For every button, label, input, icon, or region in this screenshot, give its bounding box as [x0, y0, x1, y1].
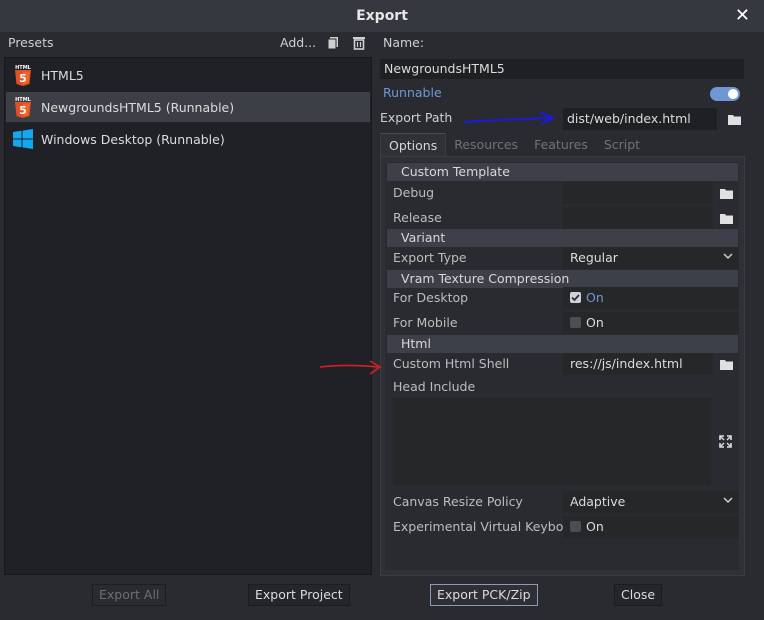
custom-html-shell-label: Custom Html Shell — [393, 356, 510, 371]
section-custom-template[interactable]: Custom Template — [387, 163, 738, 181]
folder-icon[interactable] — [716, 208, 736, 228]
name-label: Name: — [383, 35, 425, 50]
chevron-down-icon — [723, 250, 733, 262]
close-icon[interactable]: ✕ — [735, 5, 750, 26]
section-title: Variant — [401, 230, 446, 245]
preset-item-windows[interactable]: Windows Desktop (Runnable) — [6, 124, 370, 154]
export-type-label: Export Type — [393, 250, 467, 265]
for-desktop-value: On — [586, 290, 604, 305]
tab-options[interactable]: Options — [380, 133, 447, 157]
trash-icon[interactable] — [352, 36, 366, 50]
annotation-arrow-blue — [462, 108, 558, 128]
section-title: Vram Texture Compression — [401, 271, 570, 286]
virtual-keyboard-checkbox[interactable]: On — [563, 516, 739, 538]
export-type-select[interactable]: Regular — [563, 247, 739, 269]
checkbox-unchecked-icon — [570, 317, 581, 328]
export-pck-zip-button[interactable]: Export PCK/Zip — [430, 584, 538, 606]
custom-html-shell-field[interactable]: res://js/index.html — [563, 353, 713, 375]
expand-icon[interactable] — [719, 435, 732, 448]
presets-label: Presets — [8, 35, 54, 50]
preset-item-label: Windows Desktop (Runnable) — [41, 131, 225, 147]
tab-features[interactable]: Features — [526, 133, 596, 157]
section-variant[interactable]: Variant — [387, 229, 738, 247]
runnable-label: Runnable — [383, 85, 442, 100]
release-label: Release — [393, 210, 442, 225]
for-mobile-value: On — [586, 315, 604, 330]
canvas-resize-label: Canvas Resize Policy — [393, 494, 523, 509]
folder-icon[interactable] — [716, 183, 736, 203]
preset-item-label: NewgroundsHTML5 (Runnable) — [41, 99, 235, 115]
section-title: Custom Template — [401, 164, 510, 179]
tab-bar: Options Resources Features Script — [380, 133, 648, 157]
export-all-button[interactable]: Export All — [92, 584, 167, 606]
for-desktop-label: For Desktop — [393, 290, 469, 305]
release-path-field[interactable] — [563, 207, 713, 229]
folder-icon[interactable] — [716, 354, 736, 374]
canvas-resize-select[interactable]: Adaptive — [563, 491, 739, 513]
for-mobile-label: For Mobile — [393, 315, 458, 330]
section-title: Html — [401, 336, 431, 351]
checkbox-unchecked-icon — [570, 521, 581, 532]
svg-text:5: 5 — [19, 104, 27, 117]
windows-icon — [12, 128, 34, 150]
duplicate-icon[interactable] — [326, 36, 340, 50]
for-desktop-checkbox[interactable]: On — [563, 287, 739, 309]
section-vram-compression[interactable]: Vram Texture Compression — [387, 270, 738, 288]
annotation-arrow-red — [318, 358, 384, 378]
add-preset-button[interactable]: Add... — [280, 35, 316, 50]
section-html[interactable]: Html — [387, 335, 738, 353]
html5-icon: HTML 5 — [12, 64, 34, 86]
virtual-keyboard-value: On — [586, 519, 604, 534]
name-input[interactable]: NewgroundsHTML5 — [379, 58, 745, 80]
toggle-knob — [728, 89, 738, 99]
preset-item-label: HTML5 — [41, 67, 84, 83]
export-project-button[interactable]: Export Project — [248, 584, 350, 606]
svg-text:5: 5 — [19, 72, 27, 85]
virtual-keyboard-label: Experimental Virtual Keyboar — [393, 519, 577, 534]
tab-script[interactable]: Script — [596, 133, 648, 157]
preset-item-newgrounds[interactable]: HTML 5 NewgroundsHTML5 (Runnable) — [6, 92, 370, 122]
tab-resources[interactable]: Resources — [446, 133, 526, 157]
for-mobile-checkbox[interactable]: On — [563, 312, 739, 334]
export-type-value: Regular — [570, 250, 618, 265]
checkbox-checked-icon — [570, 292, 581, 303]
close-button[interactable]: Close — [614, 584, 663, 606]
export-path-label: Export Path — [380, 110, 453, 125]
window-title: Export — [356, 8, 408, 24]
preset-item-html5[interactable]: HTML 5 HTML5 — [6, 60, 370, 90]
canvas-resize-value: Adaptive — [570, 494, 626, 509]
custom-html-shell-value: res://js/index.html — [570, 356, 683, 371]
head-include-label: Head Include — [393, 379, 476, 394]
debug-label: Debug — [393, 185, 435, 200]
chevron-down-icon — [723, 494, 733, 506]
runnable-toggle[interactable] — [710, 87, 740, 101]
folder-icon[interactable] — [724, 109, 744, 129]
preset-list: HTML 5 HTML5 HTML 5 NewgroundsHTML5 (Runna… — [4, 57, 372, 575]
html5-icon: HTML 5 — [12, 96, 34, 118]
export-path-input[interactable]: dist/web/index.html — [563, 108, 717, 130]
debug-path-field[interactable] — [563, 182, 713, 204]
head-include-textarea[interactable] — [393, 397, 739, 485]
